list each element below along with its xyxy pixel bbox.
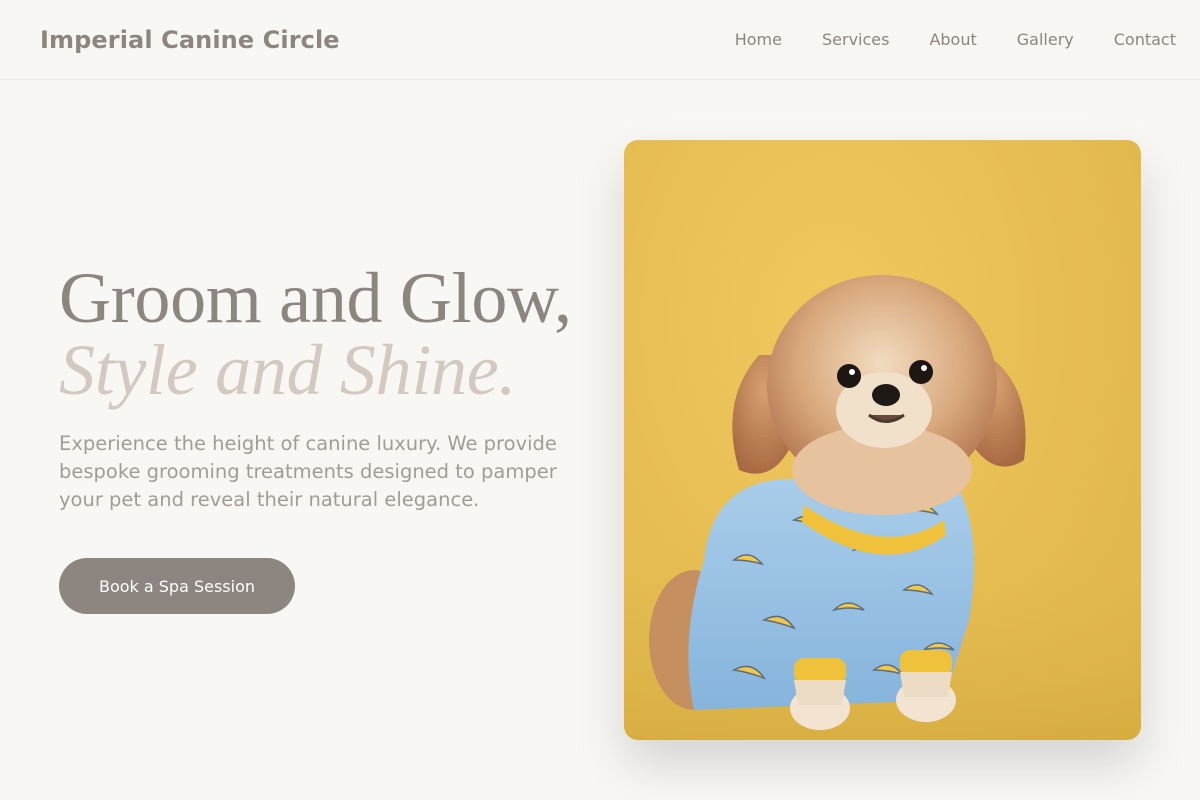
- headline-line-1: Groom and Glow,: [59, 258, 572, 338]
- site-header: Imperial Canine Circle Home Services Abo…: [0, 0, 1200, 80]
- book-spa-session-button[interactable]: Book a Spa Session: [59, 558, 295, 614]
- brand-logo[interactable]: Imperial Canine Circle: [40, 26, 340, 54]
- nav-gallery[interactable]: Gallery: [1017, 30, 1074, 49]
- hero-headline: Groom and Glow, Style and Shine.: [59, 262, 599, 406]
- nav-about[interactable]: About: [929, 30, 976, 49]
- dog-photo: [624, 140, 1141, 740]
- main-nav: Home Services About Gallery Contact: [735, 30, 1176, 49]
- dog-illustration: [624, 275, 1141, 740]
- headline-line-2: Style and Shine.: [59, 330, 517, 410]
- nav-services[interactable]: Services: [822, 30, 889, 49]
- nav-contact[interactable]: Contact: [1114, 30, 1176, 49]
- hero-copy: Groom and Glow, Style and Shine. Experie…: [59, 262, 599, 514]
- hero-description: Experience the height of canine luxury. …: [59, 432, 557, 511]
- nav-home[interactable]: Home: [735, 30, 782, 49]
